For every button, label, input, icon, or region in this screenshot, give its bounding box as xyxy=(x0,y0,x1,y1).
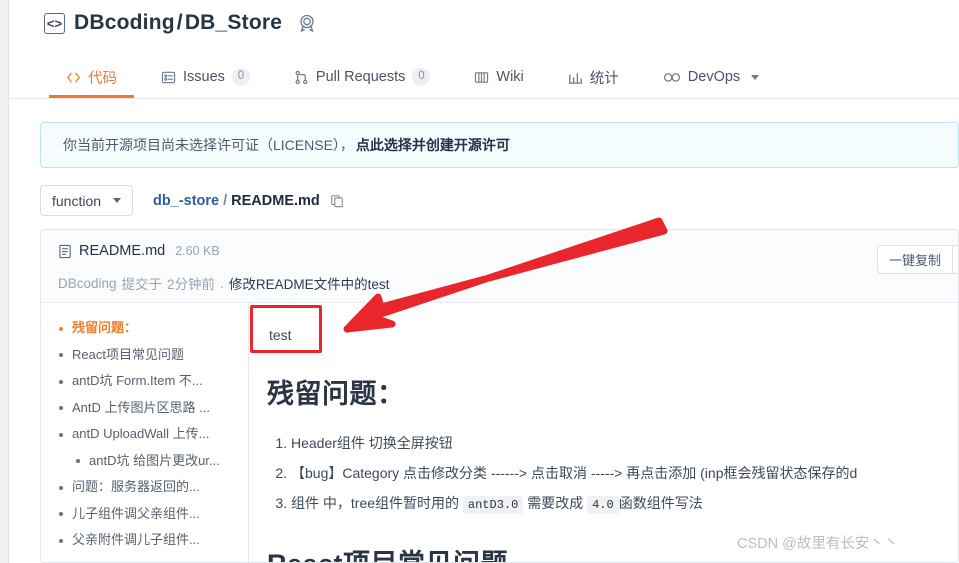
file-name-line: README.md 2.60 KB xyxy=(58,243,220,259)
markdown-intro-text: test xyxy=(269,327,292,343)
markdown-list-item-1: Header组件 切换全屏按钮 xyxy=(291,428,958,458)
commit-time: 2分钟前 xyxy=(167,277,216,292)
repository-file-page: <> DBcoding/DB_Store 代码 Issues 0 Pull Re… xyxy=(0,0,959,563)
file-action-buttons: 一键复制 编 xyxy=(876,245,958,274)
edit-button[interactable]: 编 xyxy=(952,245,958,274)
tab-issues-label: Issues xyxy=(183,69,225,85)
branch-selector-label: function xyxy=(52,192,102,209)
toc-item-6[interactable]: 问题：服务器返回的... xyxy=(53,474,248,501)
tab-issues[interactable]: Issues 0 xyxy=(139,56,272,98)
toc-list: 残留问题： React项目常见问题 antD坑 Form.Item 不... A… xyxy=(53,315,248,554)
commit-message[interactable]: 修改README文件中的test xyxy=(229,273,390,293)
tab-wiki[interactable]: Wiki xyxy=(452,56,545,98)
toc-item-7[interactable]: 儿子组件调父亲组件... xyxy=(53,501,248,528)
commit-info-line: DBcoding 提交于 2分钟前 . 修改README文件中的test xyxy=(58,273,389,293)
title-separator: / xyxy=(176,11,183,34)
file-size-label: 2.60 KB xyxy=(175,244,220,258)
file-card-body: 残留问题： React项目常见问题 antD坑 Form.Item 不... A… xyxy=(41,303,958,562)
page-title: DBcoding/DB_Store xyxy=(74,11,282,35)
markdown-list-item-2: 【bug】Category 点击修改分类 ------> 点击取消 ----->… xyxy=(291,458,958,488)
tab-pull-requests[interactable]: Pull Requests 0 xyxy=(272,56,452,98)
commit-verb: 提交于 xyxy=(121,277,163,292)
toc-item-4[interactable]: antD UploadWall 上传... xyxy=(53,421,248,448)
markdown-list-item-3: 组件 中，tree组件暂时用的 antD3.0 需要改成 4.0函数组件写法 xyxy=(291,488,958,520)
list-item-3-code-2: 4.0 xyxy=(587,496,619,514)
repository-header: <> DBcoding/DB_Store 代码 Issues 0 Pull Re… xyxy=(9,0,959,99)
file-card-header: README.md 2.60 KB DBcoding 提交于 2分钟前 . 修改… xyxy=(41,230,958,303)
file-path-row: function db_-store / README.md xyxy=(40,185,344,216)
tab-devops-label: DevOps xyxy=(687,69,741,85)
chevron-down-icon xyxy=(113,198,122,203)
issues-count-badge: 0 xyxy=(231,68,250,86)
book-icon xyxy=(474,70,489,85)
license-create-link[interactable]: 点此选择并创建开源许可 xyxy=(356,135,510,155)
branch-selector[interactable]: function xyxy=(40,185,134,216)
infinity-icon xyxy=(663,70,681,85)
markdown-heading-2: React项目常见问题 xyxy=(267,542,958,562)
file-viewer-card: README.md 2.60 KB DBcoding 提交于 2分钟前 . 修改… xyxy=(40,229,959,563)
code-brackets-icon: <> xyxy=(44,12,65,34)
list-item-3-prefix: 组件 中，tree组件暂时用的 xyxy=(291,495,463,511)
tab-statistics-label: 统计 xyxy=(589,70,619,87)
breadcrumb-separator: / xyxy=(223,192,228,209)
tab-code-label: 代码 xyxy=(88,70,117,87)
tab-code[interactable]: 代码 xyxy=(44,56,139,98)
copy-icon[interactable] xyxy=(330,194,344,208)
markdown-table-of-contents: 残留问题： React项目常见问题 antD坑 Form.Item 不... A… xyxy=(41,303,249,562)
breadcrumb: db_-store / README.md xyxy=(153,193,344,209)
copy-all-button[interactable]: 一键复制 xyxy=(876,245,953,274)
medal-icon xyxy=(297,13,317,33)
chart-icon xyxy=(568,70,583,85)
markdown-heading-1: 残留问题： xyxy=(267,379,405,409)
commit-author[interactable]: DBcoding xyxy=(58,276,117,291)
file-name-label: README.md xyxy=(79,243,166,259)
commit-dot: . xyxy=(220,275,224,291)
toc-item-1[interactable]: React项目常见问题 xyxy=(53,342,248,369)
list-item-2-text: 【bug】Category 点击修改分类 ------> 点击取消 ----->… xyxy=(291,465,858,481)
tab-pull-requests-label: Pull Requests xyxy=(315,69,406,85)
toc-item-8[interactable]: 父亲附件调儿子组件... xyxy=(53,527,248,554)
toc-item-5[interactable]: antD坑 给图片更改ur... xyxy=(53,448,248,475)
list-item-3-mid: 需要改成 xyxy=(523,495,588,511)
chevron-down-icon xyxy=(751,74,760,80)
tab-statistics[interactable]: 统计 xyxy=(546,56,641,98)
tab-devops[interactable]: DevOps xyxy=(641,56,781,98)
page-left-gutter xyxy=(0,0,9,563)
breadcrumb-repo[interactable]: db_-store xyxy=(153,193,219,209)
repository-tabs: 代码 Issues 0 Pull Requests 0 Wiki 统计 DevO… xyxy=(44,56,781,99)
repo-owner[interactable]: DBcoding xyxy=(74,11,175,34)
repository-title-row: <> DBcoding/DB_Store xyxy=(44,11,317,35)
pull-request-icon xyxy=(294,70,309,85)
list-item-1-text: Header组件 切换全屏按钮 xyxy=(291,435,453,451)
tab-wiki-label: Wiki xyxy=(496,69,524,85)
code-icon xyxy=(66,70,81,85)
list-item-3-code-1: antD3.0 xyxy=(462,496,524,514)
toc-item-0[interactable]: 残留问题： xyxy=(53,315,248,342)
document-icon xyxy=(58,244,72,259)
breadcrumb-file: README.md xyxy=(231,192,320,209)
toc-item-3[interactable]: AntD 上传图片区思路 ... xyxy=(53,395,248,422)
license-notice-banner: 你当前开源项目尚未选择许可证（LICENSE）， 点此选择并创建开源许可 xyxy=(40,122,959,168)
list-item-3-suffix: 函数组件写法 xyxy=(618,495,703,511)
issues-icon xyxy=(161,70,176,85)
markdown-ordered-list: Header组件 切换全屏按钮 【bug】Category 点击修改分类 ---… xyxy=(267,428,958,520)
markdown-preview: test 残留问题： Header组件 切换全屏按钮 【bug】Category… xyxy=(249,303,958,562)
pull-requests-count-badge: 0 xyxy=(412,68,431,86)
toc-item-2[interactable]: antD坑 Form.Item 不... xyxy=(53,368,248,395)
repo-name[interactable]: DB_Store xyxy=(185,11,282,34)
license-notice-text: 你当前开源项目尚未选择许可证（LICENSE）， xyxy=(63,137,354,153)
